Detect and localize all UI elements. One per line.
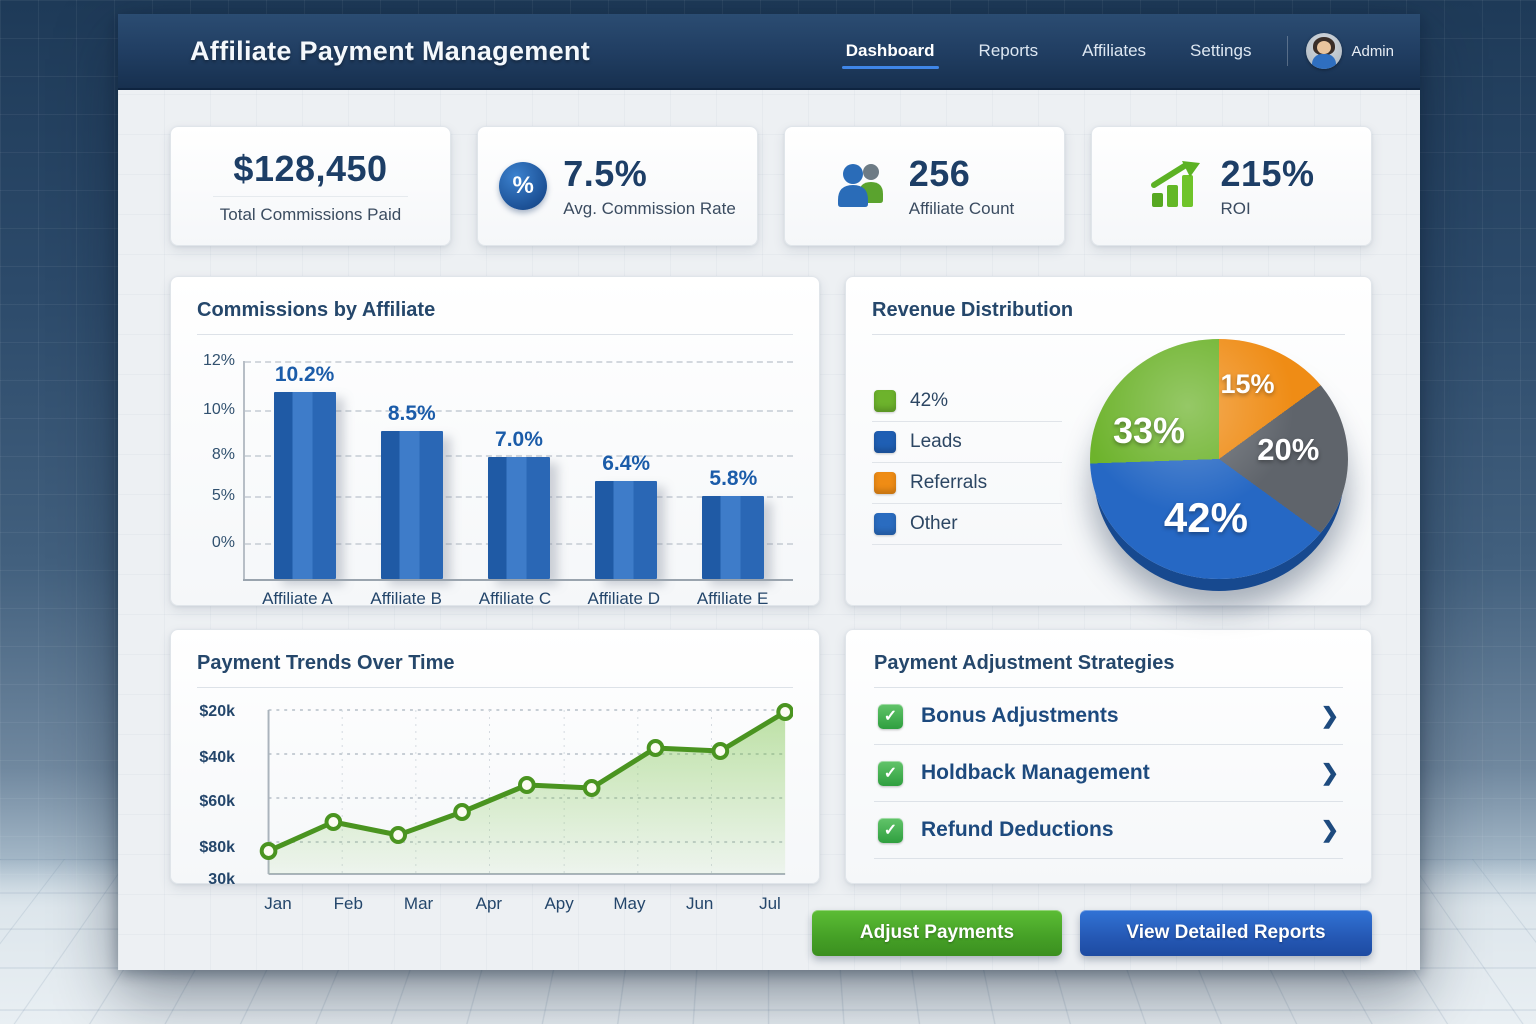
user-menu[interactable]: Admin (1306, 33, 1394, 69)
action-button-row: Adjust Payments View Detailed Reports (170, 910, 1372, 956)
bar-chart-card: Commissions by Affiliate 12% 10% 8% 5% 0… (170, 276, 820, 606)
line-chart-card: Payment Trends Over Time $20k $40k $60k … (170, 629, 820, 884)
nav-tab-dashboard[interactable]: Dashboard (828, 31, 953, 71)
growth-chart-icon (1148, 159, 1204, 214)
pie-slice-label: 42% (1164, 494, 1248, 542)
kpi-value: 215% (1220, 153, 1314, 195)
bar-affiliate-d: 6.4% (595, 361, 657, 579)
chevron-right-icon: ❯ (1321, 703, 1339, 729)
legend-swatch-blue (874, 431, 896, 453)
bar-affiliate-e: 5.8% (702, 361, 764, 579)
app-title: Affiliate Payment Management (190, 36, 590, 67)
bar-chart-title: Commissions by Affiliate (197, 299, 793, 335)
bar-affiliate-a: 10.2% (274, 361, 336, 579)
adjust-payments-button[interactable]: Adjust Payments (812, 910, 1062, 956)
percent-icon: % (499, 162, 547, 210)
nav-divider (1287, 36, 1288, 66)
line-chart-x-axis: Jan Feb Mar Apr Apy May Jun Jul (197, 888, 793, 914)
line-chart-plot (243, 702, 793, 888)
nav-tab-settings[interactable]: Settings (1172, 31, 1269, 71)
kpi-label: Avg. Commission Rate (563, 199, 736, 219)
kpi-label: Total Commissions Paid (213, 196, 407, 225)
strategy-holdback-management[interactable]: ✓ Holdback Management ❯ (874, 745, 1343, 802)
kpi-label: ROI (1220, 199, 1314, 219)
pie-chart-title: Revenue Distribution (872, 299, 1345, 335)
kpi-value: 256 (909, 153, 1015, 195)
pie-legend: 42% Leads Referrals (872, 343, 1062, 583)
bar-chart-plot: 10.2% 8.5% 7.0% 6.4% (243, 361, 793, 579)
app-window: Affiliate Payment Management Dashboard R… (118, 14, 1420, 970)
legend-swatch-green (874, 390, 896, 412)
kpi-value: $128,450 (233, 148, 387, 190)
nav-tab-affiliates[interactable]: Affiliates (1064, 31, 1164, 71)
bar-chart-y-axis: 12% 10% 8% 5% 0% (197, 361, 243, 579)
bar-chart-x-axis: Affiliate A Affiliate B Affiliate C Affi… (197, 579, 793, 609)
chevron-right-icon: ❯ (1321, 817, 1339, 843)
checkbox-checked-icon[interactable]: ✓ (878, 818, 903, 843)
legend-swatch-orange (874, 472, 896, 494)
kpi-roi: 215% ROI (1091, 126, 1372, 246)
line-chart-y-axis: $20k $40k $60k $80k 30k (197, 702, 243, 888)
checkbox-checked-icon[interactable]: ✓ (878, 761, 903, 786)
user-name: Admin (1351, 43, 1394, 60)
pie-slice-label: 15% (1220, 369, 1274, 400)
pie-slice-label: 20% (1257, 432, 1319, 468)
kpi-row: $128,450 Total Commissions Paid % 7.5% A… (170, 126, 1372, 246)
line-chart-title: Payment Trends Over Time (197, 652, 793, 688)
checkbox-checked-icon[interactable]: ✓ (878, 704, 903, 729)
legend-swatch-blue2 (874, 513, 896, 535)
legend-item: 42% (872, 381, 1062, 422)
kpi-total-commissions: $128,450 Total Commissions Paid (170, 126, 451, 246)
view-detailed-reports-button[interactable]: View Detailed Reports (1080, 910, 1372, 956)
pie-chart-card: Revenue Distribution 42% Leads (845, 276, 1372, 606)
strategy-refund-deductions[interactable]: ✓ Refund Deductions ❯ (874, 802, 1343, 859)
kpi-value: 7.5% (563, 153, 736, 195)
strategies-card: Payment Adjustment Strategies ✓ Bonus Ad… (845, 629, 1372, 884)
avatar (1306, 33, 1342, 69)
bar-affiliate-c: 7.0% (488, 361, 550, 579)
strategy-bonus-adjustments[interactable]: ✓ Bonus Adjustments ❯ (874, 688, 1343, 745)
legend-item: Leads (872, 422, 1062, 463)
dashboard-content: $128,450 Total Commissions Paid % 7.5% A… (118, 90, 1420, 970)
pie-slice-label: 33% (1113, 410, 1185, 452)
nav-tab-reports[interactable]: Reports (961, 31, 1057, 71)
chevron-right-icon: ❯ (1321, 760, 1339, 786)
kpi-affiliate-count: 256 Affiliate Count (784, 126, 1065, 246)
top-navbar: Affiliate Payment Management Dashboard R… (118, 14, 1420, 90)
bar-affiliate-b: 8.5% (381, 361, 443, 579)
kpi-label: Affiliate Count (909, 199, 1015, 219)
legend-item: Referrals (872, 463, 1062, 504)
strategies-title: Payment Adjustment Strategies (874, 652, 1343, 688)
kpi-avg-commission-rate: % 7.5% Avg. Commission Rate (477, 126, 758, 246)
nav-menu: Dashboard Reports Affiliates Settings Ad… (828, 31, 1394, 71)
users-icon (835, 160, 893, 213)
legend-item: Other (872, 504, 1062, 545)
background-wall: Affiliate Payment Management Dashboard R… (0, 0, 1536, 1024)
